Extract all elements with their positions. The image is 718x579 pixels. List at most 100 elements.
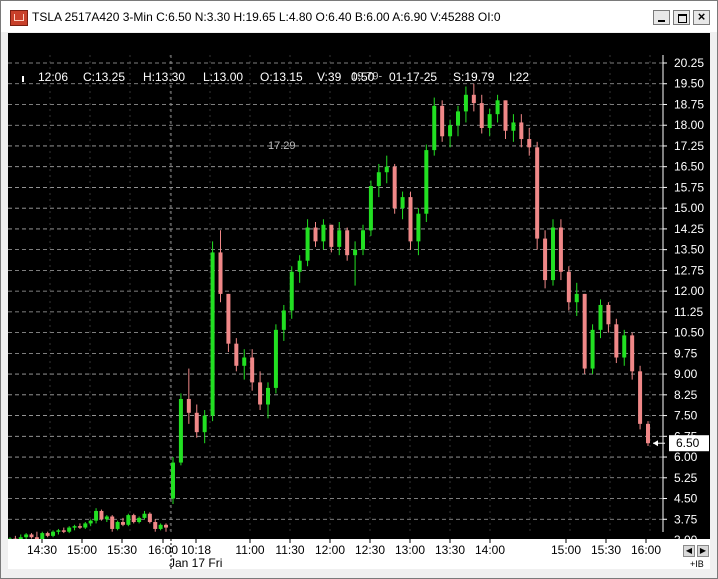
arrow-left-icon: ◀ bbox=[685, 546, 693, 555]
info-close: C:13.25 bbox=[83, 70, 126, 84]
candlestick-chart[interactable]: 20.25 19.50 18.75 18.00 17.25 16.50 15.75 15.00… bbox=[8, 33, 710, 539]
candle-body bbox=[61, 530, 66, 532]
candle-body bbox=[638, 371, 643, 424]
candle-body bbox=[456, 111, 460, 126]
candle-body bbox=[440, 105, 445, 137]
candle-body bbox=[646, 423, 650, 444]
title-bar[interactable]: TSLA 2517A420 3-Min C:6.50 N:3.30 H:19.6… bbox=[1, 1, 717, 32]
last-price-arrow-icon bbox=[653, 440, 658, 447]
time-axis: 14:30 15:00 15:30 16:00 10:18 11:00 11:30 12:00… bbox=[27, 539, 661, 570]
candle-body bbox=[313, 227, 318, 242]
time-label: 11:00 bbox=[235, 543, 264, 557]
info-high: H:13.30 bbox=[143, 70, 186, 84]
price-label: 6.00 bbox=[674, 450, 698, 464]
price-label: 10.50 bbox=[674, 326, 704, 340]
price-label: 16.50 bbox=[674, 160, 704, 174]
candle-body bbox=[147, 513, 152, 523]
candle-body bbox=[94, 510, 99, 521]
info-s-value: S:19.79 bbox=[453, 70, 495, 84]
price-label: 17.25 bbox=[674, 139, 704, 153]
time-label: 13:30 bbox=[435, 543, 465, 557]
candle-body bbox=[353, 249, 358, 256]
candle-body bbox=[210, 252, 215, 416]
candle-body bbox=[164, 524, 168, 528]
price-label: 7.50 bbox=[674, 409, 698, 423]
candle-body bbox=[337, 230, 342, 247]
time-label: 16:00 bbox=[631, 543, 661, 557]
time-label: 14:30 bbox=[27, 543, 57, 557]
candle-body bbox=[622, 335, 627, 358]
candle-body bbox=[424, 150, 429, 214]
info-date: 01-17-25 bbox=[389, 70, 438, 84]
candle-body bbox=[432, 105, 437, 151]
ib-label: +IB bbox=[690, 559, 704, 569]
pin-icon bbox=[22, 76, 24, 82]
candle-body bbox=[194, 412, 199, 433]
candle-body bbox=[281, 310, 286, 330]
candle-body bbox=[630, 335, 635, 372]
candle-body bbox=[614, 324, 619, 358]
candle-body bbox=[408, 197, 413, 242]
candle-body bbox=[104, 516, 109, 520]
candle-body bbox=[566, 271, 571, 303]
candle-body bbox=[77, 526, 82, 528]
candle-body bbox=[392, 166, 397, 209]
candle-body bbox=[29, 534, 34, 538]
info-i-value: I:22 bbox=[509, 70, 530, 84]
candle-body bbox=[137, 517, 142, 523]
candle-body bbox=[519, 122, 524, 140]
candle-body bbox=[527, 139, 532, 148]
candle-body bbox=[503, 100, 508, 131]
time-label: 12:00 bbox=[315, 543, 345, 557]
scroll-left-button[interactable]: ◀ bbox=[683, 545, 695, 557]
candle-body bbox=[345, 230, 350, 256]
time-label: 12:30 bbox=[355, 543, 385, 557]
maximize-button[interactable] bbox=[673, 10, 690, 25]
candle-body bbox=[51, 531, 56, 536]
candle-body bbox=[289, 271, 294, 311]
candle-body bbox=[171, 462, 175, 499]
info-spread: 0:50 bbox=[351, 70, 375, 84]
time-label: 11:30 bbox=[275, 543, 304, 557]
price-label: 14.25 bbox=[674, 222, 704, 236]
close-button[interactable]: × bbox=[693, 9, 710, 25]
candle-body bbox=[45, 533, 50, 536]
candle-body bbox=[153, 522, 158, 529]
info-time: 12:06 bbox=[38, 70, 69, 84]
price-label: 15.75 bbox=[674, 180, 704, 194]
app-logo-icon bbox=[10, 10, 28, 26]
candle-body bbox=[582, 293, 587, 369]
info-low: L:13.00 bbox=[203, 70, 244, 84]
candle-body bbox=[178, 398, 183, 463]
price-chart[interactable]: 20.25 19.50 18.75 18.00 17.25 16.50 15.75 15.00… bbox=[8, 33, 710, 539]
candle-body bbox=[72, 526, 77, 528]
minimize-button[interactable] bbox=[653, 10, 670, 25]
candle-body bbox=[535, 147, 540, 239]
candle-body bbox=[110, 516, 115, 529]
candle-body bbox=[551, 227, 555, 281]
mid-marker-label: 17.29 bbox=[268, 140, 296, 152]
price-label: 9.00 bbox=[674, 367, 698, 381]
scroll-right-button[interactable]: ▶ bbox=[697, 545, 709, 557]
time-label: 14:00 bbox=[475, 543, 505, 557]
info-open: O:13.15 bbox=[260, 70, 303, 84]
time-axis-bar[interactable]: 14:30 15:00 15:30 16:00 10:18 11:00 11:30 12:00… bbox=[8, 539, 710, 570]
candle-body bbox=[226, 293, 231, 344]
candle-body bbox=[543, 238, 548, 281]
last-price-label: 6.50 bbox=[676, 436, 700, 450]
candle-body bbox=[250, 357, 255, 383]
candle-body bbox=[234, 343, 239, 366]
candle-body bbox=[606, 304, 611, 325]
candle-body bbox=[463, 94, 468, 112]
time-label: 15:00 bbox=[551, 543, 581, 557]
price-label: 19.50 bbox=[674, 77, 704, 91]
candle-body bbox=[266, 387, 270, 405]
candle-body bbox=[329, 224, 334, 247]
candle-body bbox=[242, 357, 247, 366]
candle-body bbox=[598, 304, 603, 330]
price-label: 11.25 bbox=[674, 305, 703, 319]
candle-body bbox=[142, 513, 147, 518]
price-label: 18.00 bbox=[674, 118, 704, 132]
candle-body bbox=[273, 329, 278, 388]
candle-body bbox=[67, 527, 72, 532]
